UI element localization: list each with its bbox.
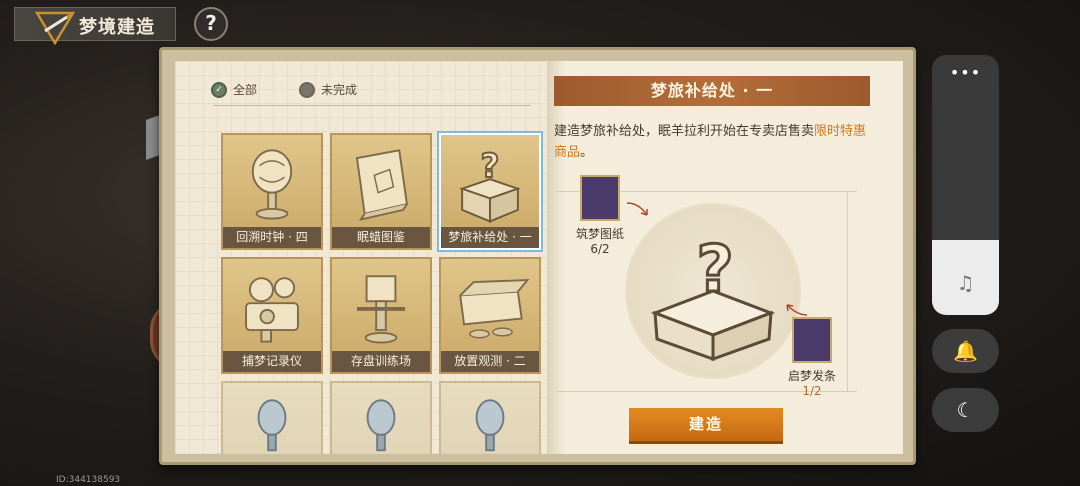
material-count: 1/2	[802, 384, 822, 398]
moon-icon[interactable]: ☾	[932, 388, 999, 432]
orb-trophy-icon	[366, 399, 396, 452]
material-name: 启梦发条	[787, 369, 836, 383]
deco-line	[847, 191, 848, 391]
building-card[interactable]: ✓	[221, 381, 323, 454]
filter-incomplete-label: 未完成	[321, 83, 358, 97]
building-card[interactable]: 眠蜡图鉴	[330, 133, 432, 250]
arrow-icon	[626, 202, 648, 216]
camera-icon	[245, 277, 299, 343]
building-label: 回溯时钟 · 四	[223, 227, 321, 248]
filter-row: ✓ 全部 未完成	[211, 81, 357, 98]
filter-all[interactable]: ✓ 全部	[211, 81, 257, 98]
detail-title: 梦旅补给处 · 一	[554, 76, 870, 106]
filter-all-label: 全部	[233, 83, 258, 97]
building-detail-page: 梦旅补给处 · 一 建造梦旅补给处，眠羊拉利开始在专卖店售卖限时特惠商品。 ? …	[547, 61, 903, 454]
orb-trophy-icon	[475, 399, 505, 452]
building-card[interactable]: 捕梦记录仪	[221, 257, 323, 374]
arrow-icon	[786, 304, 808, 316]
detail-description: 建造梦旅补给处，眠羊拉利开始在专卖店售卖限时特惠商品。	[554, 121, 874, 163]
key-icon[interactable]	[792, 317, 832, 363]
music-icon[interactable]: ♫	[932, 271, 999, 295]
bell-icon[interactable]: 🔔	[932, 329, 999, 373]
building-grid: 回溯时钟 · 四 眠蜡图鉴 ? 梦旅补给处 · 一 捕梦记录仪 存盘训练场 放置…	[221, 131, 543, 454]
building-label: 存盘训练场	[332, 351, 430, 372]
menu-dots-icon[interactable]: •••	[932, 63, 999, 82]
title-bar: 梦境建造	[14, 7, 176, 45]
page-title: 梦境建造	[79, 17, 155, 38]
blueprint-icon[interactable]	[580, 175, 620, 221]
building-label: 捕梦记录仪	[223, 351, 321, 372]
building-card[interactable]: ✓	[330, 381, 432, 454]
building-label: 眠蜡图鉴	[332, 227, 430, 248]
building-card[interactable]: 存盘训练场	[330, 257, 432, 374]
pencil-triangle-icon	[34, 11, 76, 45]
divider	[213, 105, 531, 106]
radio-icon	[299, 81, 316, 98]
side-control-panel: ••• ♫	[932, 55, 999, 315]
orb-trophy-icon	[257, 399, 287, 452]
book-icon	[355, 149, 409, 221]
side-panel-lower: ♫	[932, 240, 999, 315]
building-label: 放置观测 · 二	[441, 351, 539, 372]
training-dummy-icon	[356, 275, 406, 344]
treasure-chest-icon	[459, 279, 530, 339]
mystery-box-icon: ?	[650, 232, 776, 361]
desc-suffix: 。	[580, 145, 594, 160]
building-card[interactable]: ✓	[439, 381, 541, 454]
building-card[interactable]: 放置观测 · 二	[439, 257, 541, 374]
help-button[interactable]: ?	[194, 7, 228, 41]
check-icon: ✓	[211, 81, 227, 98]
building-list-page: ✓ 全部 未完成 回溯时钟 · 四 眠蜡图鉴 ? 梦旅补给处 · 一 捕梦记录仪…	[175, 61, 547, 454]
building-card[interactable]: 回溯时钟 · 四	[221, 133, 323, 250]
build-book: ✓ 全部 未完成 回溯时钟 · 四 眠蜡图鉴 ? 梦旅补给处 · 一 捕梦记录仪…	[159, 47, 916, 465]
building-label: 梦旅补给处 · 一	[441, 227, 539, 248]
desc-text: 建造梦旅补给处，眠羊拉利开始在专卖店售卖	[554, 124, 815, 139]
building-card-selected[interactable]: ? 梦旅补给处 · 一	[437, 131, 543, 252]
player-id: ID:344138593	[56, 475, 121, 485]
mystery-box-icon: ?	[459, 146, 521, 223]
material-name: 筑梦图纸	[575, 227, 624, 241]
clock-trophy-icon	[251, 149, 293, 220]
material-count: 6/2	[590, 242, 610, 256]
build-button[interactable]: 建造	[629, 408, 783, 444]
filter-incomplete[interactable]: 未完成	[299, 81, 357, 98]
